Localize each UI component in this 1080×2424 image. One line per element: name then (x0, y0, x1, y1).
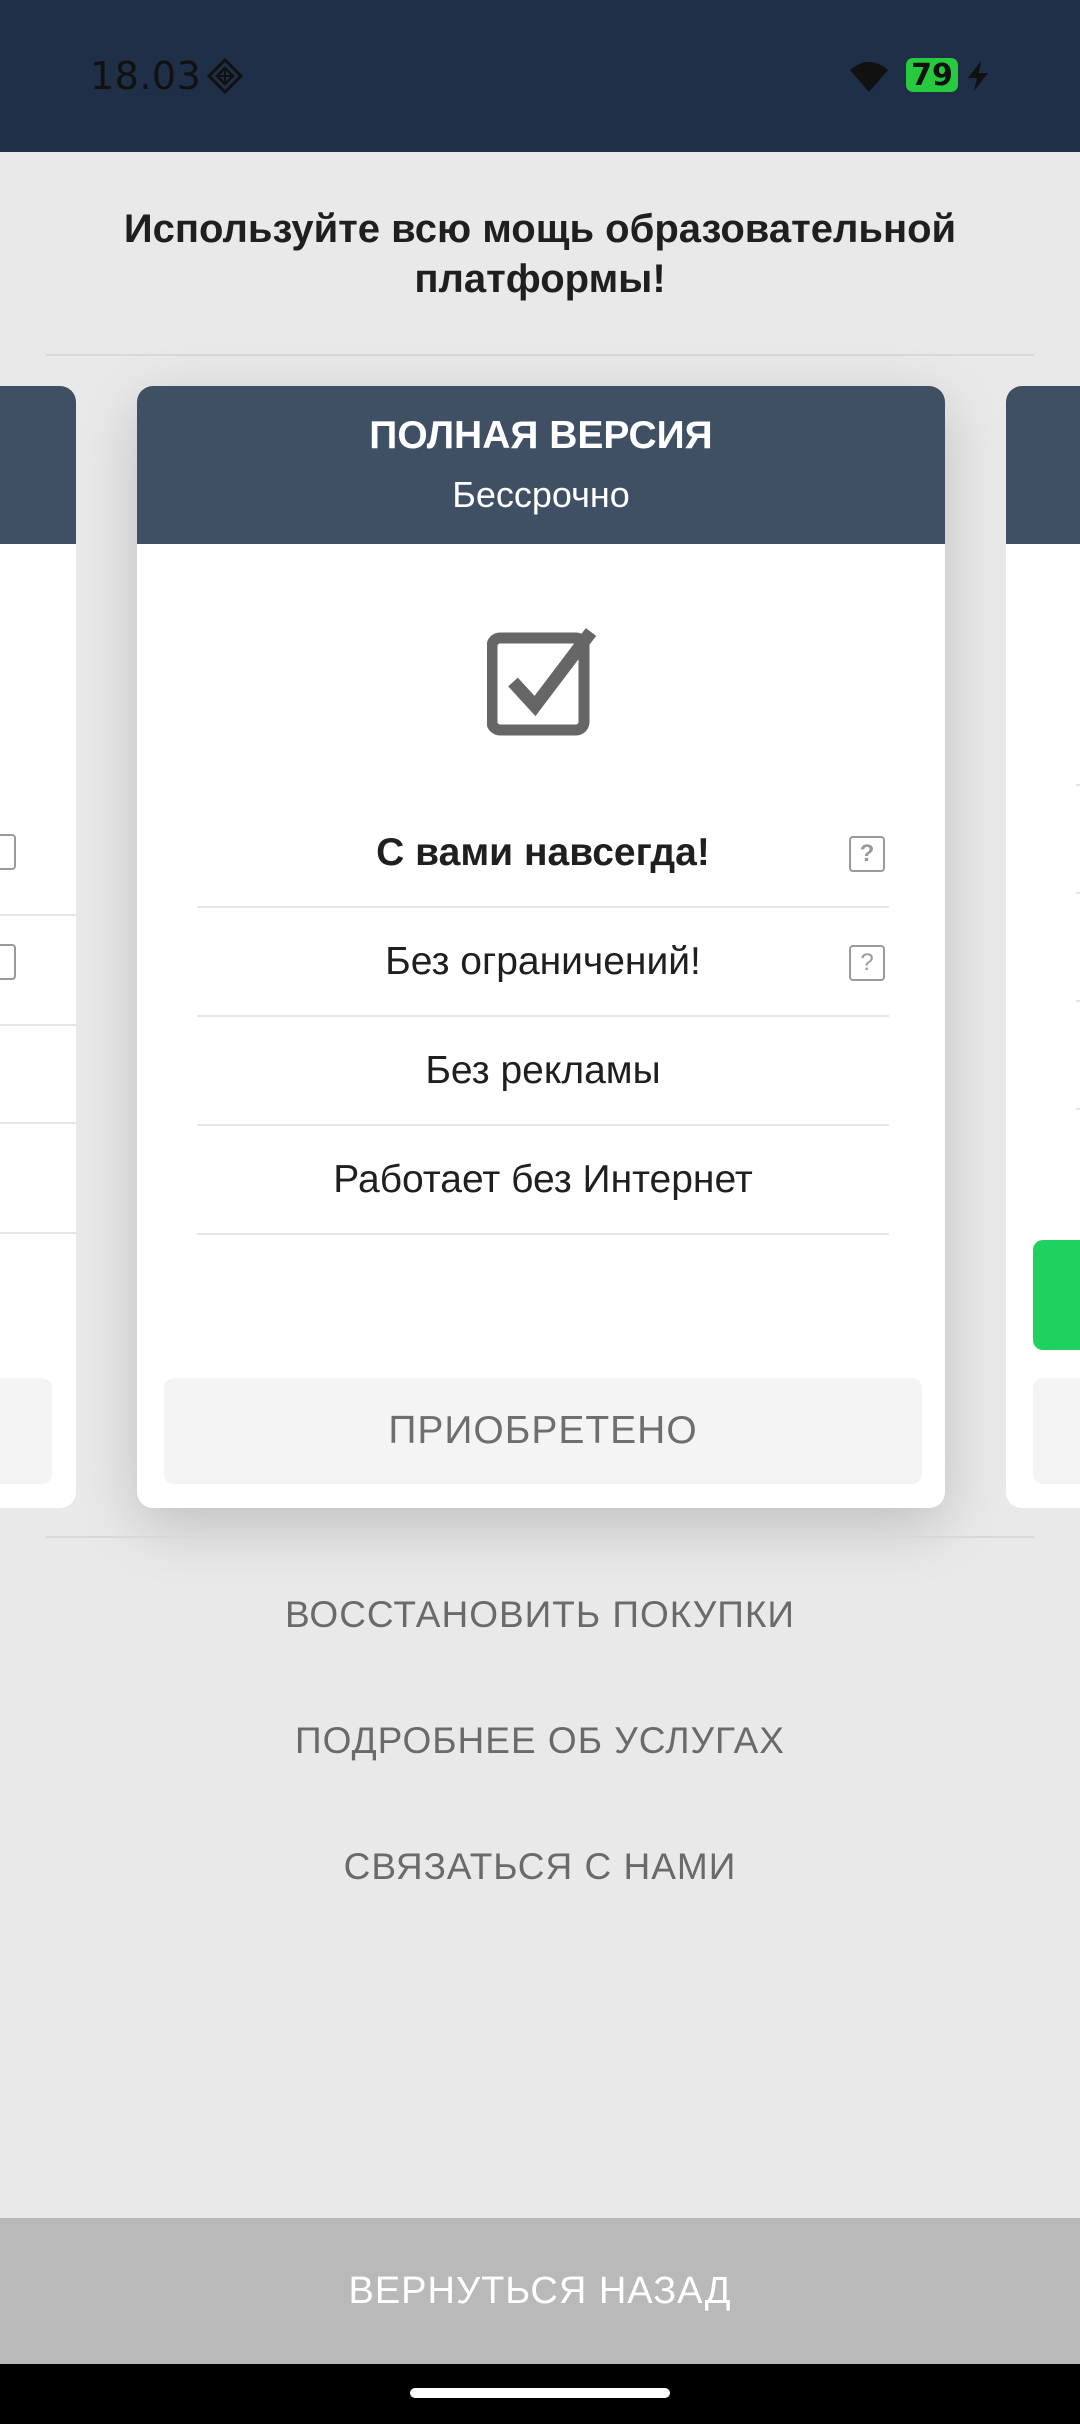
help-icon[interactable]: ? (849, 836, 885, 872)
checkbox-checked-icon (487, 628, 597, 736)
wifi-icon (850, 62, 888, 92)
headline: Используйте всю мощь образовательной пла… (123, 207, 957, 301)
plan-card-previous[interactable] (0, 386, 76, 1508)
plan-card-next-button[interactable] (1033, 1378, 1080, 1484)
divider-line (1076, 784, 1080, 786)
diamond-icon (206, 57, 244, 95)
feature-row-offline: Работает без Интернет (197, 1127, 889, 1235)
feature-row-forever: С вами навсегда! ? (197, 800, 889, 908)
back-button[interactable]: ВЕРНУТЬСЯ НАЗАД (0, 2218, 1080, 2364)
help-icon (0, 944, 16, 980)
feature-row-unlimited: Без ограничений! ? (197, 909, 889, 1017)
plan-card-next[interactable] (1006, 386, 1080, 1508)
plan-card-previous-button[interactable] (0, 1378, 52, 1484)
divider-line (0, 1024, 76, 1026)
feature-label: Без ограничений! (385, 940, 701, 983)
feature-label: С вами навсегда! (376, 831, 710, 874)
plan-title: ПОЛНАЯ ВЕРСИЯ (369, 414, 713, 457)
plan-card-header: ПОЛНАЯ ВЕРСИЯ Бессрочно (137, 386, 945, 544)
plan-card-next-header (1006, 386, 1080, 544)
divider-line (1076, 1108, 1080, 1110)
plan-card-full-version: ПОЛНАЯ ВЕРСИЯ Бессрочно С вами навсегда!… (137, 386, 945, 1508)
divider-line (0, 1232, 76, 1234)
feature-row-no-ads: Без рекламы (197, 1018, 889, 1126)
divider-line (1076, 892, 1080, 894)
navigation-bar (0, 2364, 1080, 2424)
help-icon[interactable]: ? (849, 945, 885, 981)
service-details-link[interactable]: ПОДРОБНЕЕ ОБ УСЛУГАХ (0, 1720, 1080, 1762)
plan-card-next-buy-button[interactable] (1033, 1240, 1080, 1350)
help-icon (0, 834, 16, 870)
status-time: 18.03 (90, 54, 202, 98)
bottom-divider (46, 1536, 1034, 1538)
plan-card-previous-header (0, 386, 76, 544)
subscription-screen: 18.03 79 Используйте всю мощь образовате… (0, 0, 1080, 2424)
divider-line (0, 1122, 76, 1124)
battery-icon: 79 (906, 58, 958, 93)
top-divider (46, 354, 1034, 356)
divider-line (1076, 1000, 1080, 1002)
restore-purchases-link[interactable]: ВОССТАНОВИТЬ ПОКУПКИ (0, 1594, 1080, 1636)
home-handle[interactable] (410, 2388, 670, 2398)
divider-line (0, 914, 76, 916)
plan-subtitle: Бессрочно (452, 474, 630, 515)
purchased-button[interactable]: ПРИОБРЕТЕНО (164, 1378, 922, 1484)
charging-bolt-icon (968, 61, 988, 91)
contact-us-link[interactable]: СВЯЗАТЬСЯ С НАМИ (0, 1846, 1080, 1888)
status-bar: 18.03 79 (0, 0, 1080, 152)
feature-label: Работает без Интернет (333, 1158, 753, 1201)
feature-label: Без рекламы (425, 1049, 661, 1092)
